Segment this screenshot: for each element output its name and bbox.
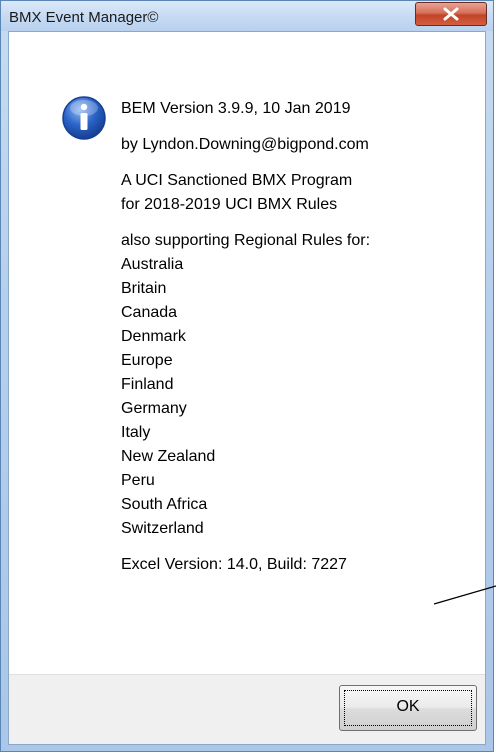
- region-item: Finland: [121, 376, 174, 393]
- region-item: Italy: [121, 424, 151, 441]
- region-item: New Zealand: [121, 448, 216, 465]
- region-item: Britain: [121, 280, 167, 297]
- program-text-2: for 2018-2019 UCI BMX Rules: [121, 196, 338, 213]
- close-icon: [443, 7, 459, 21]
- ok-button-label: OK: [396, 698, 420, 715]
- ok-button[interactable]: OK: [339, 685, 477, 731]
- region-item: Australia: [121, 256, 184, 273]
- region-item: Canada: [121, 304, 178, 321]
- close-button[interactable]: [415, 2, 487, 26]
- region-item: Denmark: [121, 328, 186, 345]
- region-item: Germany: [121, 400, 187, 417]
- region-item: Peru: [121, 472, 155, 489]
- region-item: Europe: [121, 352, 173, 369]
- button-bar: OK: [9, 674, 485, 744]
- info-icon: [62, 96, 106, 140]
- message-area: BEM Version 3.9.9, 10 Jan 2019 by Lyndon…: [9, 32, 485, 674]
- region-item: Switzerland: [121, 520, 204, 537]
- program-text-1: A UCI Sanctioned BMX Program: [121, 172, 353, 189]
- version-text: BEM Version 3.9.9, 10 Jan 2019: [121, 100, 351, 117]
- author-text: by Lyndon.Downing@bigpond.com: [121, 136, 369, 153]
- regional-intro-text: also supporting Regional Rules for:: [121, 232, 371, 249]
- excel-version-text: Excel Version: 14.0, Build: 7227: [121, 556, 347, 573]
- window-title: BMX Event Manager©: [9, 9, 159, 26]
- message-text: BEM Version 3.9.9, 10 Jan 2019 by Lyndon…: [121, 97, 461, 577]
- dialog-window: BMX Event Manager© BEM Version 3.9.9, 10…: [0, 0, 494, 752]
- region-item: South Africa: [121, 496, 208, 513]
- dialog-body: BEM Version 3.9.9, 10 Jan 2019 by Lyndon…: [8, 31, 486, 745]
- title-bar[interactable]: BMX Event Manager©: [1, 1, 493, 31]
